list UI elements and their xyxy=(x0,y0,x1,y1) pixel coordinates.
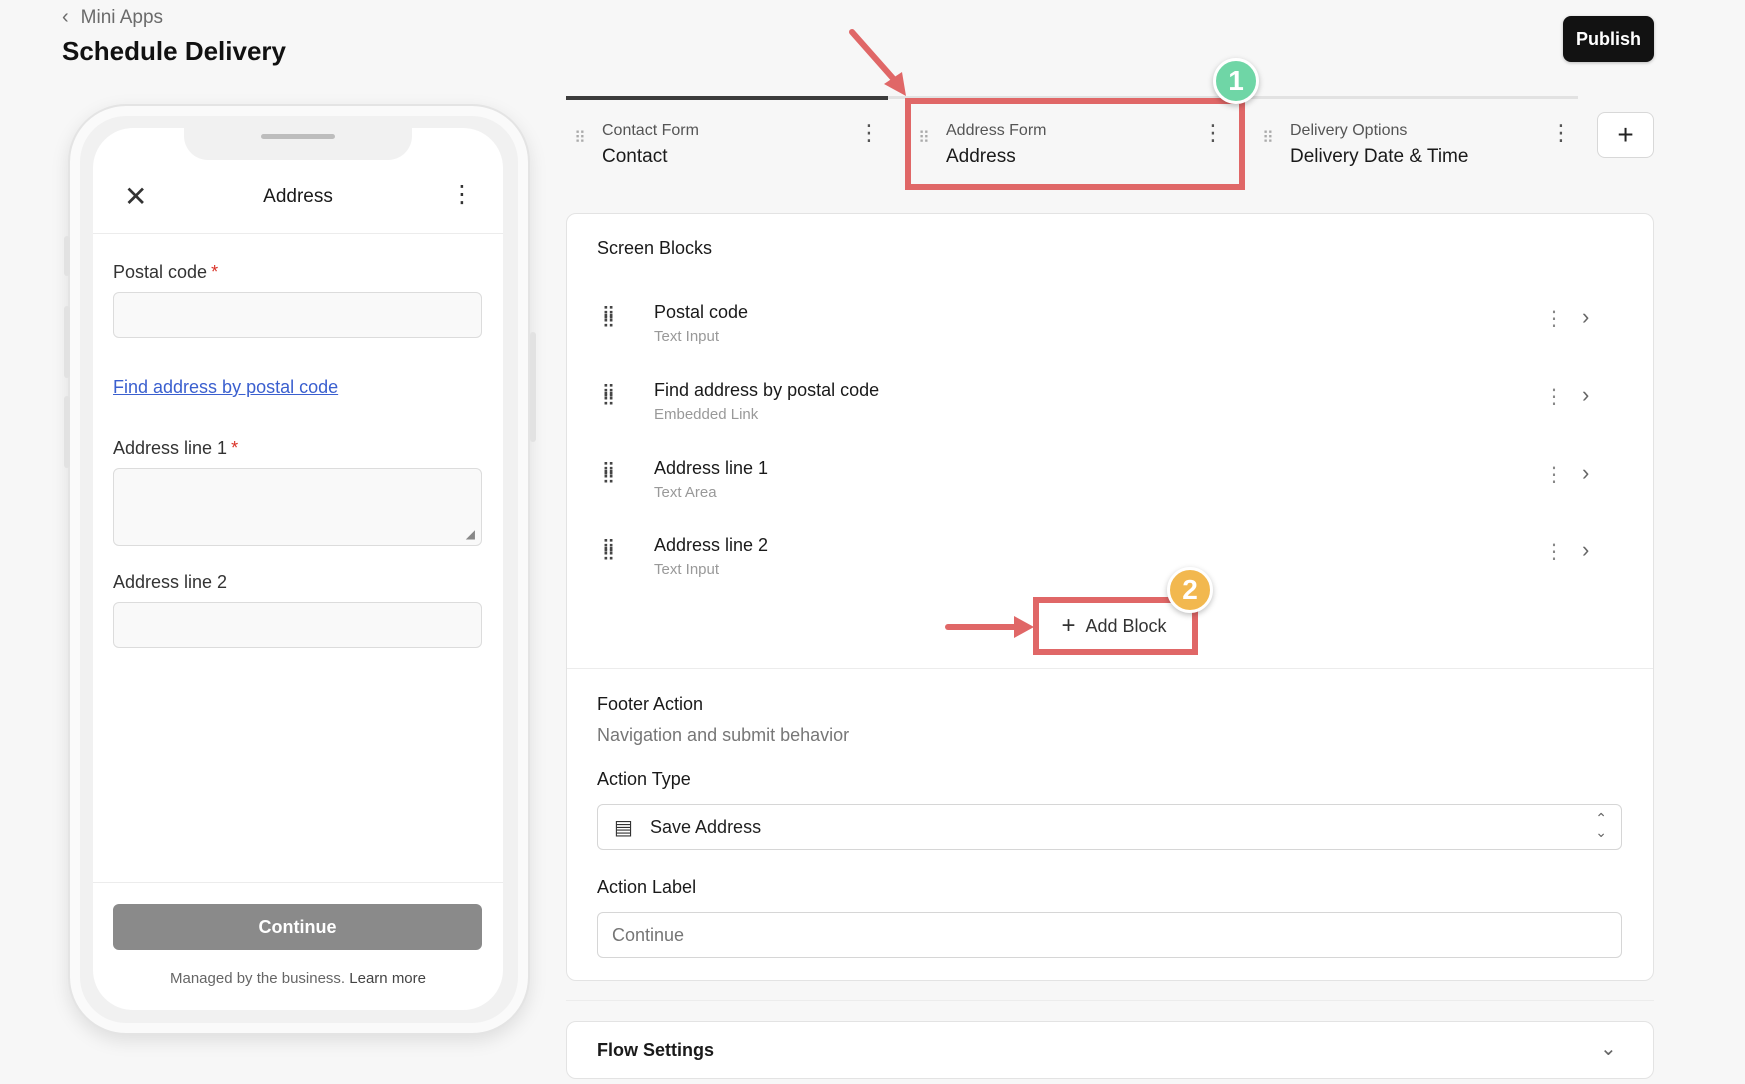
updown-chevron-icon: ⌃ ⌄ xyxy=(1595,810,1607,840)
managed-text: Managed by the business. xyxy=(169,970,346,987)
block-title: Address line 1 xyxy=(654,458,769,478)
resize-grip-icon[interactable]: ◢ xyxy=(466,527,475,541)
phone-side-button xyxy=(64,236,70,276)
block-row-address-line-1[interactable]: ⠿ ⠿ Address line 1 Text Area ⋮ › xyxy=(566,448,1654,518)
more-vertical-icon[interactable]: ⋮ xyxy=(1550,120,1572,146)
annotation-arrow-2 xyxy=(945,616,1034,638)
address-line-1-textarea[interactable]: ◢ xyxy=(113,468,482,546)
action-label-input[interactable] xyxy=(597,912,1622,958)
drag-handle-icon[interactable]: ⠿ ⠿ xyxy=(602,461,616,487)
more-vertical-icon[interactable]: ⋮ xyxy=(450,180,474,209)
chevron-down-icon[interactable]: ⌄ xyxy=(1600,1036,1617,1061)
block-type: Text Area xyxy=(654,484,717,501)
chevron-right-icon[interactable]: › xyxy=(1582,460,1589,486)
breadcrumb[interactable]: ‹ Mini Apps xyxy=(62,6,163,29)
breadcrumb-mini-apps[interactable]: Mini Apps xyxy=(81,7,163,29)
screen-blocks-title: Screen Blocks xyxy=(597,238,713,258)
flow-settings-title: Flow Settings xyxy=(597,1040,714,1060)
address-line-2-label: Address line 2 xyxy=(113,572,228,592)
phone-notch xyxy=(184,128,412,160)
chevron-left-icon: ‹ xyxy=(62,6,69,28)
more-vertical-icon[interactable]: ⋮ xyxy=(1544,306,1564,331)
tab-delivery-options[interactable]: ⠿ Delivery Options Delivery Date & Time … xyxy=(1254,110,1574,180)
phone-side-button xyxy=(64,306,70,378)
drag-handle-icon[interactable]: ⠿ xyxy=(574,128,586,148)
action-type-select[interactable]: ▤ Save Address ⌃ ⌄ xyxy=(597,804,1622,850)
tab-label: Contact Form xyxy=(602,122,699,139)
server-icon: ▤ xyxy=(614,817,633,839)
more-vertical-icon[interactable]: ⋮ xyxy=(1544,539,1564,564)
footer-action-title: Footer Action xyxy=(597,694,704,714)
address-line-1-label: Address line 1 * xyxy=(113,438,238,459)
required-mark: * xyxy=(231,438,239,458)
annotation-badge-1: 1 xyxy=(1213,58,1259,104)
postal-code-label: Postal code * xyxy=(113,262,218,283)
block-title: Find address by postal code xyxy=(654,380,880,400)
block-type: Text Input xyxy=(654,561,720,578)
action-type-value: Save Address xyxy=(650,817,762,837)
section-divider xyxy=(567,668,1653,669)
tab-label: Delivery Options xyxy=(1290,122,1408,139)
add-screen-button[interactable]: + xyxy=(1597,112,1654,158)
address-line-1-label-text: Address line 1 xyxy=(113,438,228,458)
preview-continue-button[interactable]: Continue xyxy=(113,904,482,950)
preview-footer-divider xyxy=(93,882,503,883)
phone-screen xyxy=(93,128,503,1010)
block-row-address-line-2[interactable]: ⠿ ⠿ Address line 2 Text Input ⋮ › xyxy=(566,525,1654,595)
drag-handle-icon[interactable]: ⠿ ⠿ xyxy=(602,383,616,409)
annotation-arrow-1 xyxy=(849,29,906,96)
tab-value: Delivery Date & Time xyxy=(1290,146,1469,167)
action-type-label: Action Type xyxy=(597,769,691,789)
page-title: Schedule Delivery xyxy=(62,36,286,66)
phone-side-button xyxy=(530,332,536,442)
chevron-right-icon[interactable]: › xyxy=(1582,537,1589,563)
chevron-right-icon[interactable]: › xyxy=(1582,304,1589,330)
footer-action-subtitle: Navigation and submit behavior xyxy=(597,725,850,745)
learn-more-link[interactable]: Learn more xyxy=(349,970,426,987)
managed-by-text: Managed by the business. Learn more xyxy=(93,970,503,987)
chevron-right-icon[interactable]: › xyxy=(1582,382,1589,408)
preview-screen-title: Address xyxy=(263,186,333,207)
drag-handle-icon[interactable]: ⠿ ⠿ xyxy=(602,538,616,564)
section-divider xyxy=(566,1000,1654,1001)
more-vertical-icon[interactable]: ⋮ xyxy=(1544,384,1564,409)
block-title: Address line 2 xyxy=(654,535,769,555)
block-type: Text Input xyxy=(654,328,720,345)
tab-contact-form[interactable]: ⠿ Contact Form Contact ⋮ xyxy=(566,110,886,180)
publish-button[interactable]: Publish xyxy=(1563,16,1654,62)
drag-handle-icon[interactable]: ⠿ ⠿ xyxy=(602,305,616,331)
postal-code-input[interactable] xyxy=(113,292,482,338)
tab-value: Contact xyxy=(602,146,668,167)
phone-side-button xyxy=(64,396,70,468)
action-label-label: Action Label xyxy=(597,877,697,897)
required-mark: * xyxy=(211,262,219,282)
more-vertical-icon[interactable]: ⋮ xyxy=(858,120,880,146)
plus-icon: + xyxy=(1617,119,1634,150)
address-line-2-input[interactable] xyxy=(113,602,482,648)
block-row-find-address[interactable]: ⠿ ⠿ Find address by postal code Embedded … xyxy=(566,370,1654,440)
postal-code-label-text: Postal code xyxy=(113,262,208,282)
phone-speaker xyxy=(261,134,335,139)
annotation-badge-2: 2 xyxy=(1167,567,1213,613)
drag-handle-icon[interactable]: ⠿ xyxy=(1262,128,1274,148)
highlight-address-tab xyxy=(905,98,1245,190)
find-address-link[interactable]: Find address by postal code xyxy=(113,377,338,398)
block-type: Embedded Link xyxy=(654,406,759,423)
flow-settings-card[interactable] xyxy=(566,1021,1654,1079)
block-row-postal-code[interactable]: ⠿ ⠿ Postal code Text Input ⋮ › xyxy=(566,292,1654,362)
more-vertical-icon[interactable]: ⋮ xyxy=(1544,462,1564,487)
block-title: Postal code xyxy=(654,302,749,322)
